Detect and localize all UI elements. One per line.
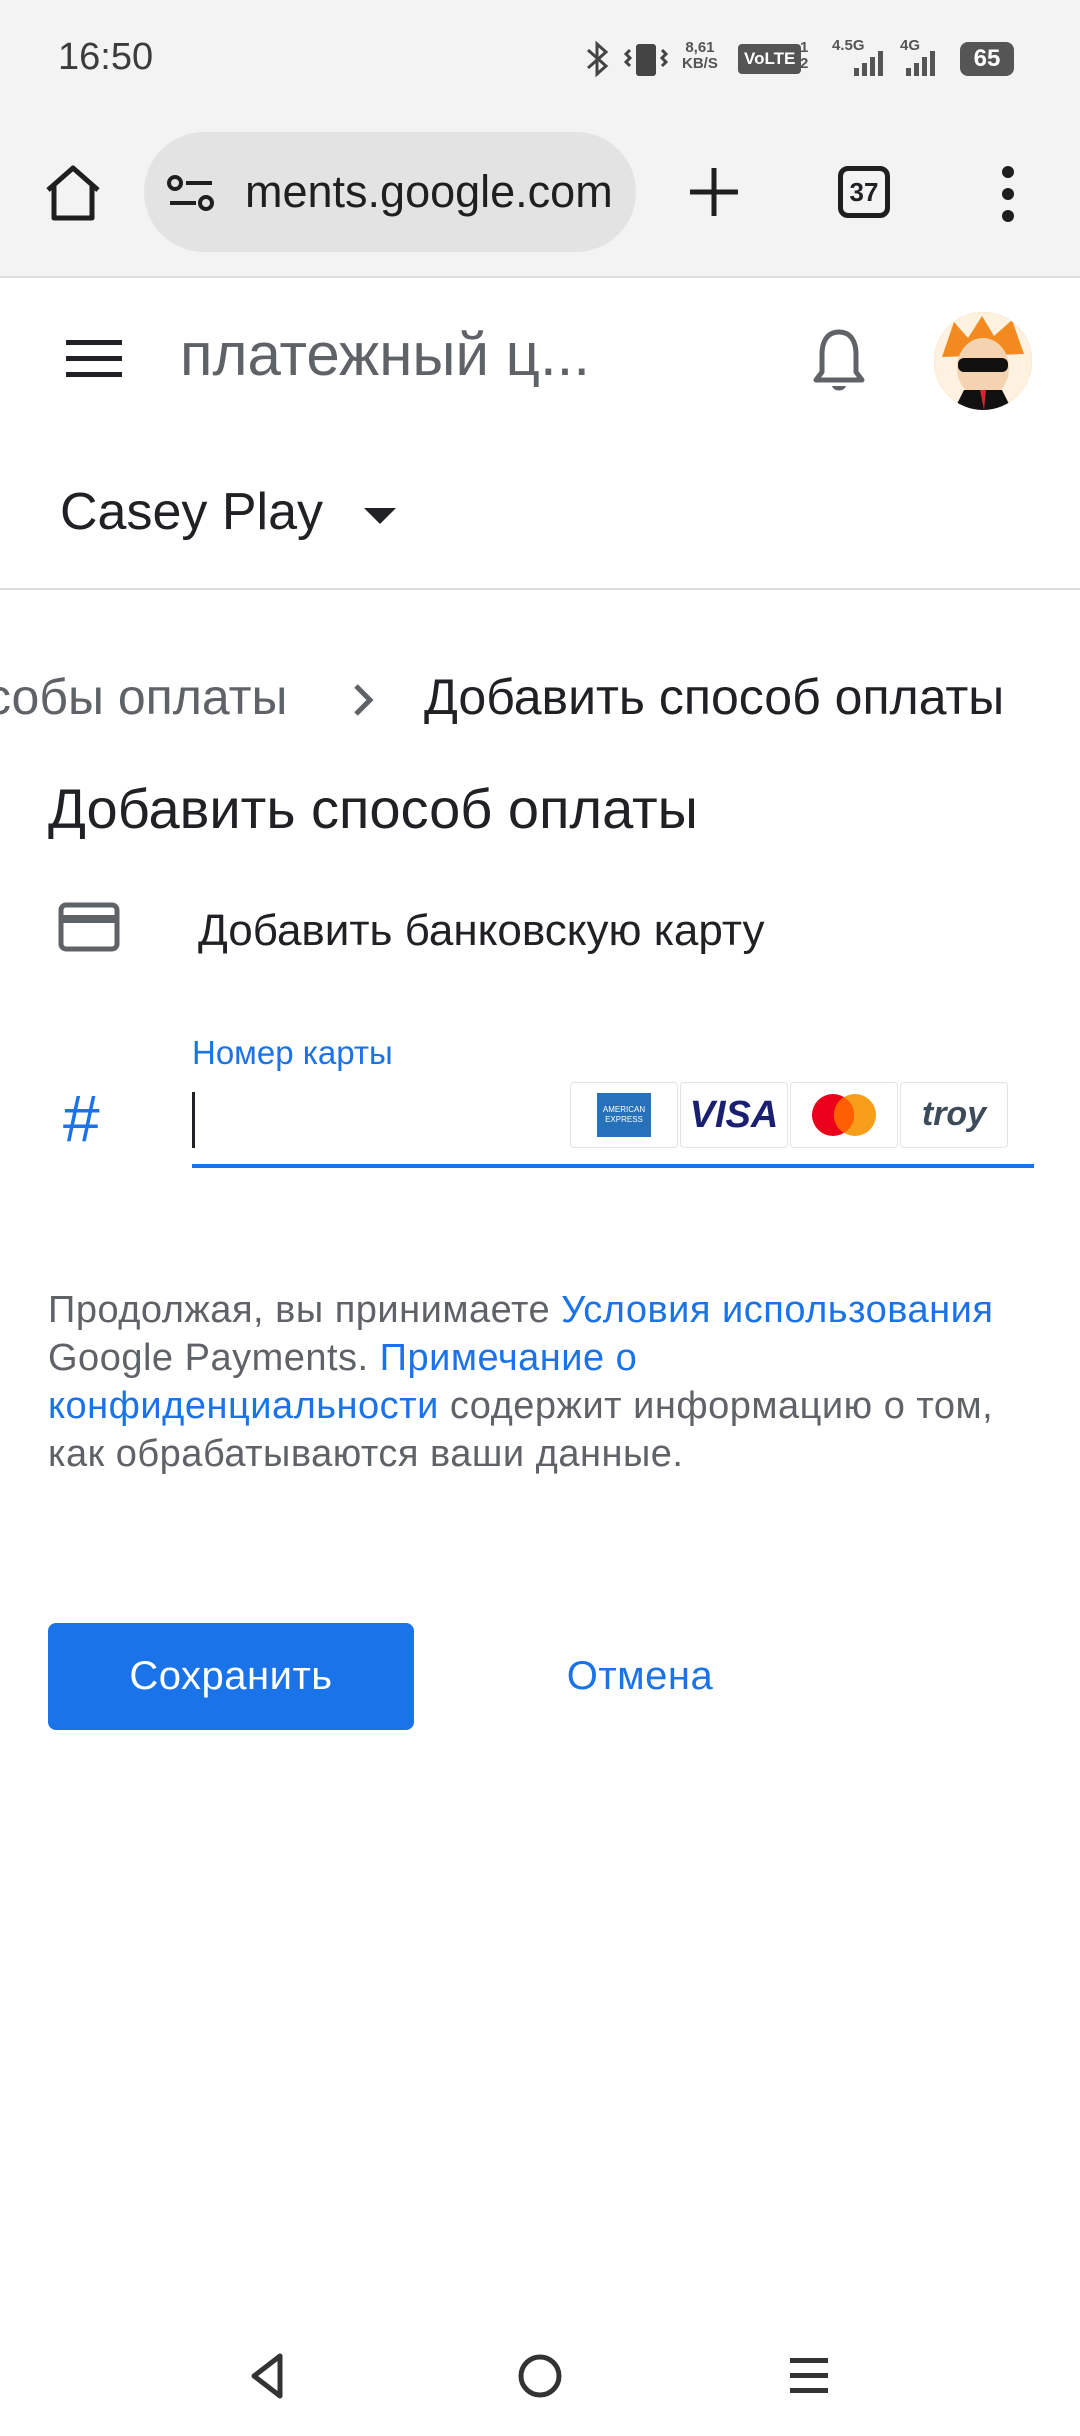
breadcrumb-current: Добавить способ оплаты [424,669,1005,725]
hash-icon: # [62,1081,99,1155]
volte-badge: VoLTE [738,44,802,74]
new-tab-icon[interactable] [686,164,742,220]
credit-card-icon [58,902,120,952]
status-time: 16:50 [58,36,154,78]
text-caret [192,1092,195,1148]
visa-logo: VISA [680,1082,788,1148]
card-number-label: Номер карты [192,1034,393,1071]
site-settings-icon[interactable] [166,172,218,214]
vibrate-icon [623,44,669,76]
avatar-image [934,312,1032,410]
header-divider [0,588,1080,590]
terms-link[interactable]: Условия использования [561,1289,993,1331]
chevron-right-icon [354,684,374,716]
add-card-label: Добавить банковскую карту [198,906,765,955]
more-options-icon[interactable] [996,164,1020,224]
page-heading: Добавить способ оплаты [48,777,698,840]
home-nav-icon[interactable] [516,2352,564,2400]
terms-text: Продолжая, вы принимаете Условия использ… [48,1289,994,1475]
cancel-button[interactable]: Отмена [520,1623,760,1730]
avatar[interactable] [934,312,1032,410]
home-icon[interactable] [40,160,106,226]
breadcrumb-previous[interactable]: собы оплаты [0,668,287,726]
battery-indicator: 65 [960,42,1014,76]
sim-slots: 1 2 [800,39,809,72]
menu-icon[interactable] [66,338,122,378]
bluetooth-icon [587,40,609,78]
save-button[interactable]: Сохранить [48,1623,414,1730]
back-icon[interactable] [246,2350,288,2402]
tab-switcher-button[interactable]: 37 [838,166,890,218]
mastercard-logo [790,1082,898,1148]
url-text[interactable]: ments.google.com [245,166,615,218]
recents-menu-icon[interactable] [788,2354,830,2398]
account-name[interactable]: Casey Play [60,482,323,542]
notifications-bell-icon[interactable] [812,326,866,394]
signal-bars-icon [906,51,935,76]
signal-bars-icon [854,51,883,76]
account-dropdown-icon[interactable] [362,506,398,526]
network-speed: 8,61 KB/S [682,39,718,72]
amex-logo: AMERICAN EXPRESS [570,1082,678,1148]
page-title: платежный ц... [180,321,591,388]
troy-logo: troy [900,1082,1008,1148]
